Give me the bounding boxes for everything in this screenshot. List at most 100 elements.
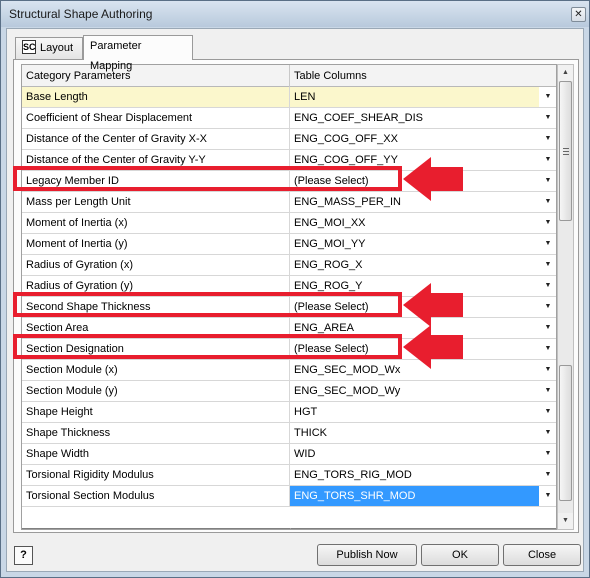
title-bar[interactable]: Structural Shape Authoring ✕ (1, 1, 589, 27)
table-row[interactable]: Shape Width WID ▼ (22, 444, 556, 465)
ok-button[interactable]: OK (421, 544, 499, 566)
table-column-select[interactable]: ENG_TORS_SHR_MOD (290, 486, 539, 506)
table-row[interactable]: Base Length LEN ▼ (22, 87, 556, 108)
table-row[interactable]: Torsional Rigidity Modulus ENG_TORS_RIG_M… (22, 465, 556, 486)
scrollbar-thumb[interactable] (559, 81, 572, 221)
table-row[interactable]: Section Designation (Please Select) ▼ (22, 339, 556, 360)
dropdown-arrow-icon[interactable]: ▼ (539, 444, 556, 464)
column-header-category-parameters[interactable]: Category Parameters (22, 65, 290, 87)
category-parameter-cell: Torsional Section Modulus (22, 486, 290, 506)
table-column-select[interactable]: WID (290, 444, 539, 464)
table-row[interactable]: Second Shape Thickness (Please Select) ▼ (22, 297, 556, 318)
category-parameter-cell: Torsional Rigidity Modulus (22, 465, 290, 485)
publish-now-button[interactable]: Publish Now (317, 544, 417, 566)
table-column-select[interactable]: ENG_AREA (290, 318, 539, 338)
table-row[interactable]: Torsional Section Modulus ENG_TORS_SHR_MO… (22, 486, 556, 507)
table-row[interactable]: Moment of Inertia (x) ENG_MOI_XX ▼ (22, 213, 556, 234)
table-column-select[interactable]: ENG_COG_OFF_YY (290, 150, 539, 170)
table-column-select[interactable]: THICK (290, 423, 539, 443)
category-parameter-cell: Section Module (x) (22, 360, 290, 380)
tab-layout-label: Layout (40, 42, 74, 54)
table-column-select[interactable]: (Please Select) (290, 171, 539, 191)
table-column-select[interactable]: ENG_MOI_YY (290, 234, 539, 254)
table-column-select[interactable]: ENG_SEC_MOD_Wx (290, 360, 539, 380)
tab-parameter-mapping[interactable]: Parameter Mapping (83, 35, 193, 72)
category-parameter-cell: Moment of Inertia (y) (22, 234, 290, 254)
table-column-select[interactable]: ENG_MASS_PER_IN (290, 192, 539, 212)
dropdown-arrow-icon[interactable]: ▼ (539, 486, 556, 506)
window-close-button[interactable]: ✕ (571, 7, 586, 22)
table-row[interactable]: Section Module (y) ENG_SEC_MOD_Wy ▼ (22, 381, 556, 402)
dropdown-arrow-icon[interactable]: ▼ (539, 318, 556, 338)
dropdown-arrow-icon[interactable]: ▼ (539, 129, 556, 149)
table-column-select[interactable]: ENG_ROG_Y (290, 276, 539, 296)
dialog-footer: ? Publish Now OK Close (7, 537, 583, 571)
table-column-select[interactable]: ENG_COG_OFF_XX (290, 129, 539, 149)
table-column-select[interactable]: LEN (290, 87, 539, 107)
table-row[interactable]: Distance of the Center of Gravity X-X ENG… (22, 129, 556, 150)
dropdown-arrow-icon[interactable]: ▼ (539, 213, 556, 233)
table-column-select[interactable]: ENG_SEC_MOD_Wy (290, 381, 539, 401)
table-column-select[interactable]: (Please Select) (290, 339, 539, 359)
dropdown-arrow-icon[interactable]: ▼ (539, 150, 556, 170)
help-button[interactable]: ? (14, 546, 33, 565)
structure-icon: SC (22, 40, 36, 55)
table-row[interactable]: Radius of Gyration (y) ENG_ROG_Y ▼ (22, 276, 556, 297)
dropdown-arrow-icon[interactable]: ▼ (539, 339, 556, 359)
dropdown-arrow-icon[interactable]: ▼ (539, 234, 556, 254)
dropdown-arrow-icon[interactable]: ▼ (539, 381, 556, 401)
tab-layout[interactable]: SC Layout (15, 37, 83, 59)
category-parameter-cell: Section Designation (22, 339, 290, 359)
window-title: Structural Shape Authoring (9, 7, 153, 21)
column-header-table-columns[interactable]: Table Columns (290, 65, 556, 87)
dropdown-arrow-icon[interactable]: ▼ (539, 87, 556, 107)
grid-empty-area (22, 528, 556, 529)
category-parameter-cell: Radius of Gyration (x) (22, 255, 290, 275)
dropdown-arrow-icon[interactable]: ▼ (539, 360, 556, 380)
table-row[interactable]: Coefficient of Shear Displacement ENG_COE… (22, 108, 556, 129)
category-parameter-cell: Shape Width (22, 444, 290, 464)
table-column-select[interactable]: (Please Select) (290, 297, 539, 317)
table-row[interactable]: Mass per Length Unit ENG_MASS_PER_IN ▼ (22, 192, 556, 213)
category-parameter-cell: Section Module (y) (22, 381, 290, 401)
table-column-select[interactable]: ENG_COEF_SHEAR_DIS (290, 108, 539, 128)
scroll-up-arrow-icon[interactable]: ▲ (558, 65, 573, 81)
category-parameter-cell: Shape Thickness (22, 423, 290, 443)
dropdown-arrow-icon[interactable]: ▼ (539, 276, 556, 296)
category-parameter-cell: Second Shape Thickness (22, 297, 290, 317)
table-row[interactable]: Shape Thickness THICK ▼ (22, 423, 556, 444)
category-parameter-cell: Section Area (22, 318, 290, 338)
table-column-select[interactable]: ENG_ROG_X (290, 255, 539, 275)
table-column-select[interactable]: HGT (290, 402, 539, 422)
dropdown-arrow-icon[interactable]: ▼ (539, 192, 556, 212)
dropdown-arrow-icon[interactable]: ▼ (539, 465, 556, 485)
table-row[interactable]: Section Area ENG_AREA ▼ (22, 318, 556, 339)
table-column-select[interactable]: ENG_MOI_XX (290, 213, 539, 233)
category-parameter-cell: Base Length (22, 87, 290, 107)
close-button[interactable]: Close (503, 544, 581, 566)
dropdown-arrow-icon[interactable]: ▼ (539, 423, 556, 443)
category-parameter-cell: Shape Height (22, 402, 290, 422)
table-row[interactable]: Moment of Inertia (y) ENG_MOI_YY ▼ (22, 234, 556, 255)
category-parameter-cell: Radius of Gyration (y) (22, 276, 290, 296)
dropdown-arrow-icon[interactable]: ▼ (539, 171, 556, 191)
dialog-content: SC Layout Parameter Mapping Category Para… (6, 28, 584, 572)
dropdown-arrow-icon[interactable]: ▼ (539, 402, 556, 422)
structural-shape-authoring-dialog: Structural Shape Authoring ✕ SC Layout Pa… (0, 0, 590, 578)
table-column-select[interactable]: ENG_TORS_RIG_MOD (290, 465, 539, 485)
table-row[interactable]: Section Module (x) ENG_SEC_MOD_Wx ▼ (22, 360, 556, 381)
table-row[interactable]: Distance of the Center of Gravity Y-Y ENG… (22, 150, 556, 171)
table-row[interactable]: Legacy Member ID (Please Select) ▼ (22, 171, 556, 192)
dropdown-arrow-icon[interactable]: ▼ (539, 108, 556, 128)
scrollbar-thumb-lower[interactable] (559, 365, 572, 501)
category-parameter-cell: Legacy Member ID (22, 171, 290, 191)
vertical-scrollbar[interactable]: ▲ ▼ (557, 64, 574, 530)
table-row[interactable]: Radius of Gyration (x) ENG_ROG_X ▼ (22, 255, 556, 276)
category-parameter-cell: Distance of the Center of Gravity Y-Y (22, 150, 290, 170)
scroll-down-arrow-icon[interactable]: ▼ (558, 513, 573, 529)
category-parameter-cell: Moment of Inertia (x) (22, 213, 290, 233)
dropdown-arrow-icon[interactable]: ▼ (539, 297, 556, 317)
dropdown-arrow-icon[interactable]: ▼ (539, 255, 556, 275)
table-row[interactable]: Shape Height HGT ▼ (22, 402, 556, 423)
mapping-grid: Category Parameters Table Columns Base L… (21, 64, 557, 530)
